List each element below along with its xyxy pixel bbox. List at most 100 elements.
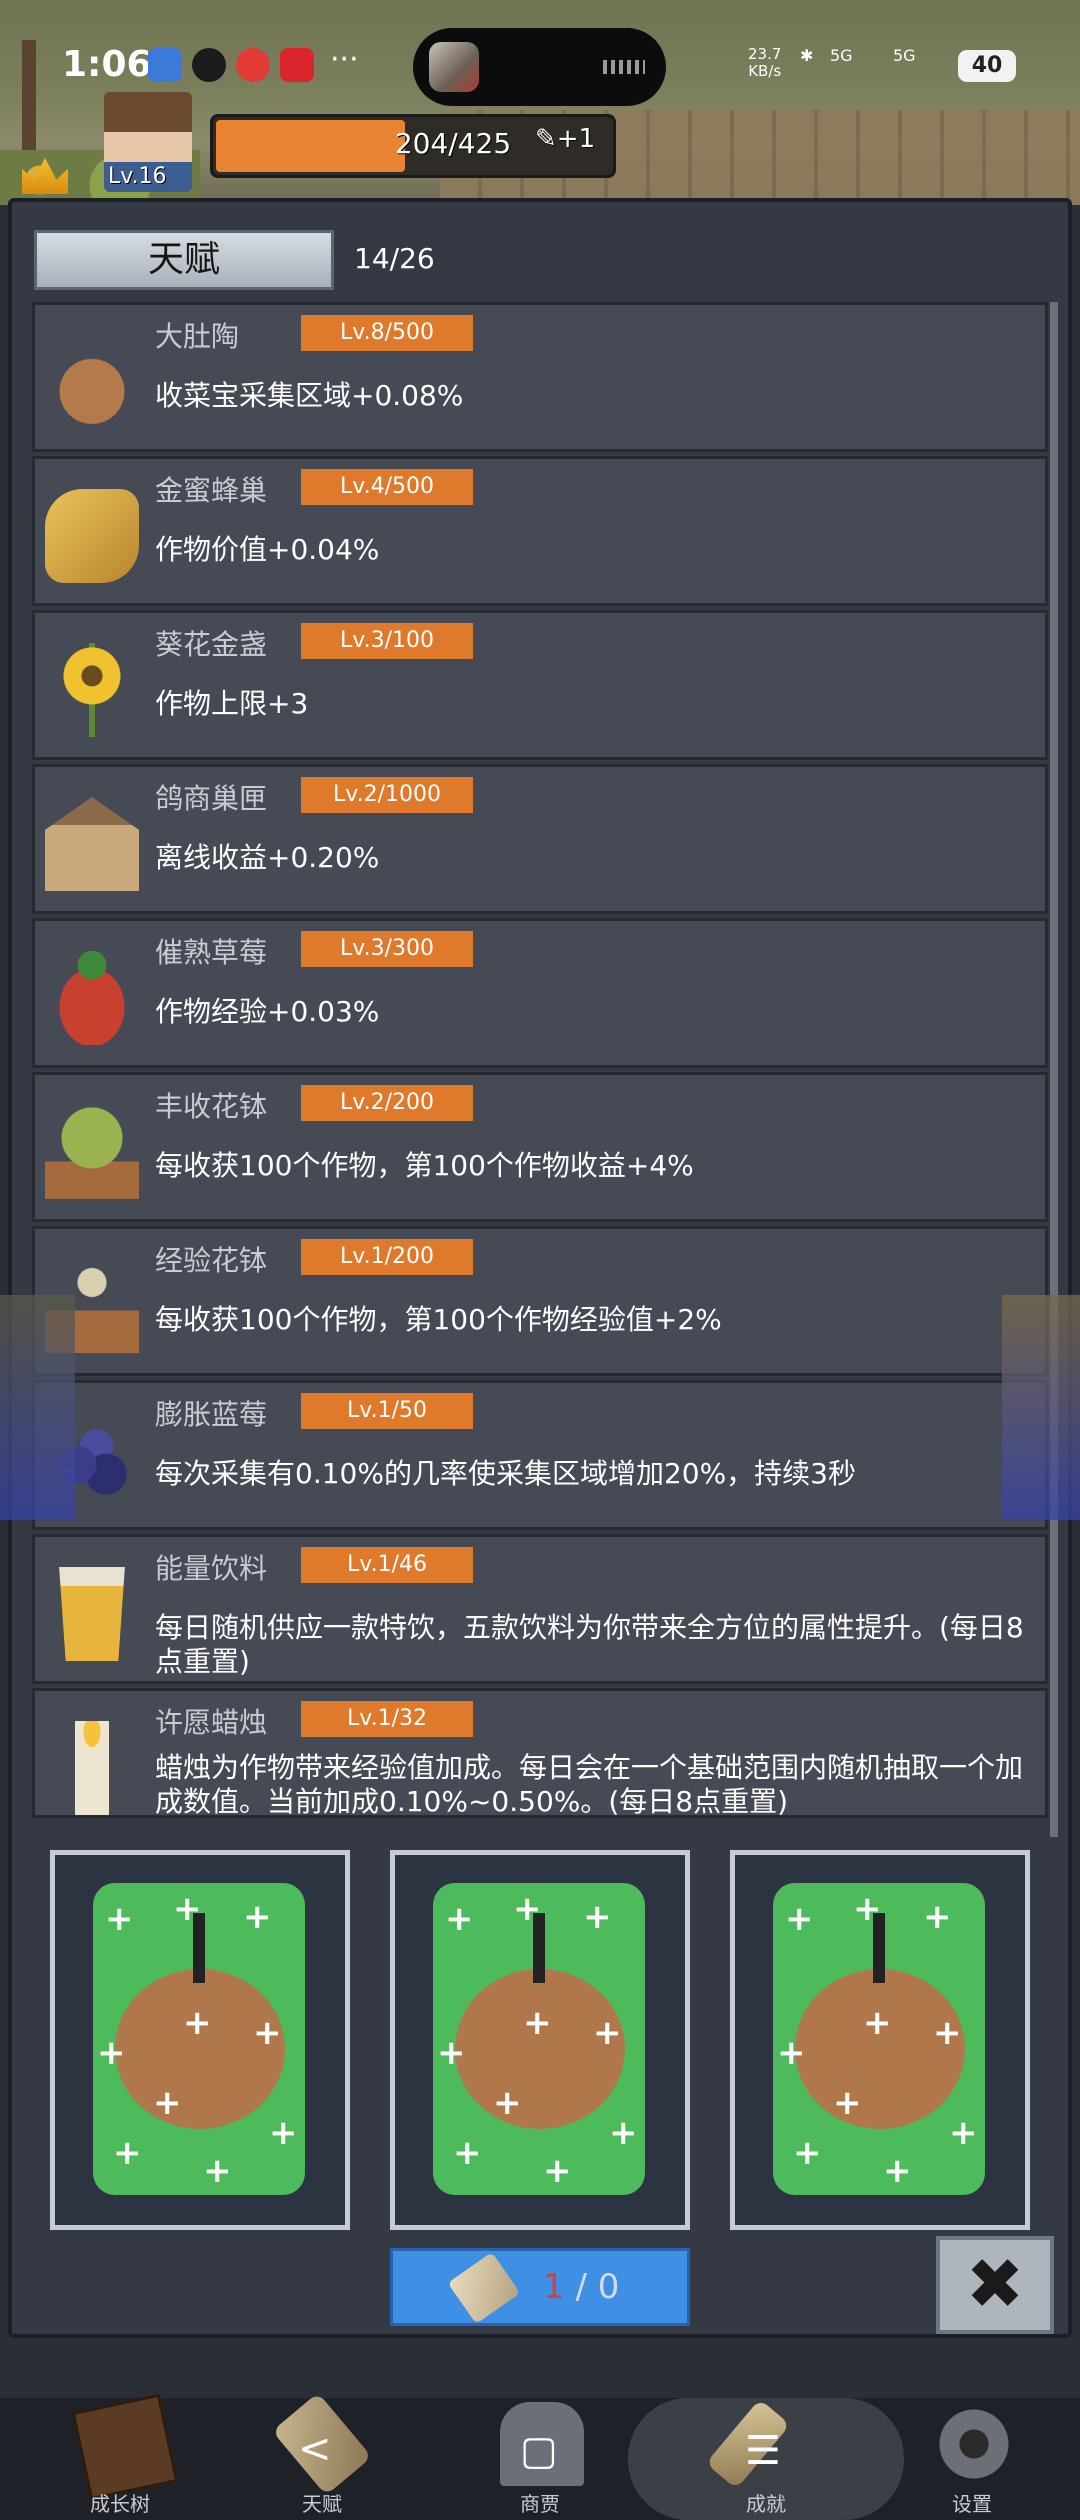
draw-current: 1 xyxy=(543,2267,565,2307)
quill-icon: ✎ xyxy=(535,124,557,154)
talent-row[interactable]: 鸽商巢匣 Lv.2/1000 离线收益+0.20% xyxy=(32,764,1048,914)
talent-card[interactable]: + + + + + + + + + + xyxy=(390,1850,690,2230)
scrollbar-thumb[interactable] xyxy=(1050,302,1058,1837)
gear-icon xyxy=(932,2402,1016,2486)
sparkle-icon: + xyxy=(785,1899,814,1939)
nav-label: 商贾 xyxy=(520,2492,560,2516)
clay-jug-icon xyxy=(45,335,139,429)
birdhouse-icon xyxy=(45,797,139,891)
talent-description: 收菜宝采集区域+0.08% xyxy=(155,379,464,412)
talent-row[interactable]: 膨胀蓝莓 Lv.1/50 每次采集有0.10%的几率使采集区域增加20%，持续3秒 xyxy=(32,1380,1048,1530)
dynamic-island[interactable] xyxy=(413,28,666,106)
fruit-card-icon: + + + + + + + + + + xyxy=(433,1883,645,2195)
talent-name: 葵花金盏 xyxy=(155,628,268,661)
talent-name: 丰收花钵 xyxy=(155,1090,268,1123)
system-home-button[interactable]: ▢ xyxy=(520,2428,558,2474)
talent-description: 每收获100个作物，第100个作物收益+4% xyxy=(155,1149,694,1182)
sparkle-icon: + xyxy=(523,2003,552,2043)
talent-level-badge: Lv.1/200 xyxy=(301,1239,473,1275)
talent-name: 大肚陶 xyxy=(155,320,240,353)
talent-name: 膨胀蓝莓 xyxy=(155,1398,268,1431)
talent-row[interactable]: 许愿蜡烛 Lv.1/32 蜡烛为作物带来经验值加成。每日会在一个基础范围内随机抽取一… xyxy=(32,1688,1048,1818)
battery-icon: 40 xyxy=(958,50,1016,82)
talent-list-scrollbar[interactable] xyxy=(1050,302,1058,1837)
talent-name: 鸽商巢匣 xyxy=(155,782,268,815)
side-glow-right xyxy=(1002,1295,1080,1520)
signal-2: 5G xyxy=(893,46,916,65)
talent-row[interactable]: 经验花钵 Lv.1/200 每收获100个作物，第100个作物经验值+2% xyxy=(32,1226,1048,1376)
talent-row[interactable]: 能量饮料 Lv.1/46 每日随机供应一款特饮，五款饮料为你带来全方位的属性提升。(… xyxy=(32,1534,1048,1684)
talent-description: 每次采集有0.10%的几率使采集区域增加20%，持续3秒 xyxy=(155,1457,857,1490)
nav-label: 设置 xyxy=(952,2492,992,2516)
talent-level-badge: Lv.2/1000 xyxy=(301,777,473,813)
net-speed-value: 23.7 xyxy=(748,45,782,63)
tab-talent[interactable]: 天赋 xyxy=(34,230,334,290)
talent-card[interactable]: + + + + + + + + + + xyxy=(50,1850,350,2230)
talent-row[interactable]: 催熟草莓 Lv.3/300 作物经验+0.03% xyxy=(32,918,1048,1068)
talent-description: 作物价值+0.04% xyxy=(155,533,380,566)
nav-settings[interactable]: 设置 xyxy=(882,2398,1062,2520)
player-level: Lv.16 xyxy=(108,164,167,189)
network-speed: 23.7 KB/s xyxy=(748,46,781,80)
scroll-bonus: ✎+1 xyxy=(535,124,595,154)
close-button[interactable]: ✖ xyxy=(936,2236,1054,2334)
nav-label: 天赋 xyxy=(302,2492,342,2516)
clock: 1:06 xyxy=(62,44,152,85)
sparkle-icon: + xyxy=(923,1897,952,1937)
strawberry-icon xyxy=(45,951,139,1045)
system-back-button[interactable]: < xyxy=(298,2426,332,2472)
audio-wave-icon xyxy=(603,60,645,74)
talent-description: 作物经验+0.03% xyxy=(155,995,380,1028)
system-menu-button[interactable]: ☰ xyxy=(745,2428,781,2474)
talent-name: 许愿蜡烛 xyxy=(155,1706,268,1739)
flower-pot-icon xyxy=(45,1105,139,1199)
sparkle-icon: + xyxy=(833,2083,862,2123)
talent-level-badge: Lv.3/300 xyxy=(301,931,473,967)
bottom-nav: 成长树 天赋 商贾 成就 设置 < ▢ ☰ xyxy=(0,2392,1080,2520)
sparkle-icon: + xyxy=(97,2033,126,2073)
sparkle-icon: + xyxy=(183,2003,212,2043)
fruit-card-icon: + + + + + + + + + + xyxy=(93,1883,305,2195)
talent-card[interactable]: + + + + + + + + + + xyxy=(730,1850,1030,2230)
talent-row[interactable]: 丰收花钵 Lv.2/200 每收获100个作物，第100个作物收益+4% xyxy=(32,1072,1048,1222)
side-glow-left xyxy=(0,1295,75,1520)
talent-level-badge: Lv.8/500 xyxy=(301,315,473,351)
talent-level-badge: Lv.1/32 xyxy=(301,1701,473,1737)
sparkle-icon: + xyxy=(609,2113,638,2153)
talent-level-badge: Lv.3/100 xyxy=(301,623,473,659)
talent-level-badge: Lv.1/50 xyxy=(301,1393,473,1429)
sparkle-icon: + xyxy=(777,2033,806,2073)
sparkle-icon: + xyxy=(493,2083,522,2123)
talent-list[interactable]: 大肚陶 Lv.8/500 收菜宝采集区域+0.08% 金蜜蜂巢 Lv.4/500 作物价值… xyxy=(32,302,1052,1837)
honeycomb-icon xyxy=(45,489,139,583)
book-icon xyxy=(71,2393,179,2501)
sparkle-icon: + xyxy=(853,1889,882,1929)
sparkle-icon: + xyxy=(243,1897,272,1937)
sparkle-icon: + xyxy=(863,2003,892,2043)
notification-icons xyxy=(148,48,314,82)
qq-icon xyxy=(192,48,226,82)
sparkle-icon: + xyxy=(153,2083,182,2123)
talent-description: 离线收益+0.20% xyxy=(155,841,380,874)
sunflower-icon xyxy=(45,643,139,737)
sparkle-icon: + xyxy=(513,1889,542,1929)
map-pin-icon xyxy=(236,48,270,82)
sparkle-icon: + xyxy=(883,2151,912,2191)
talent-row[interactable]: 金蜜蜂巢 Lv.4/500 作物价值+0.04% xyxy=(32,456,1048,606)
sparkle-icon: + xyxy=(269,2113,298,2153)
talent-name: 催熟草莓 xyxy=(155,936,268,969)
nav-growth-tree[interactable]: 成长树 xyxy=(30,2393,210,2520)
sparkle-icon: + xyxy=(203,2151,232,2191)
draw-card-button[interactable]: 1 / 0 xyxy=(390,2248,690,2326)
sparkle-icon: + xyxy=(113,2133,142,2173)
sparkle-icon: + xyxy=(105,1899,134,1939)
sparkle-icon: + xyxy=(453,2133,482,2173)
net-speed-unit: KB/s xyxy=(748,62,782,80)
sparkle-icon: + xyxy=(543,2151,572,2191)
talent-row[interactable]: 葵花金盏 Lv.3/100 作物上限+3 xyxy=(32,610,1048,760)
nav-label: 成就 xyxy=(746,2492,786,2516)
talent-description: 蜡烛为作物带来经验值加成。每日会在一个基础范围内随机抽取一个加成数值。当前加成0… xyxy=(155,1751,1024,1818)
scroll-icon xyxy=(447,2252,521,2324)
talent-row[interactable]: 大肚陶 Lv.8/500 收菜宝采集区域+0.08% xyxy=(32,302,1048,452)
talent-level-badge: Lv.1/46 xyxy=(301,1547,473,1583)
